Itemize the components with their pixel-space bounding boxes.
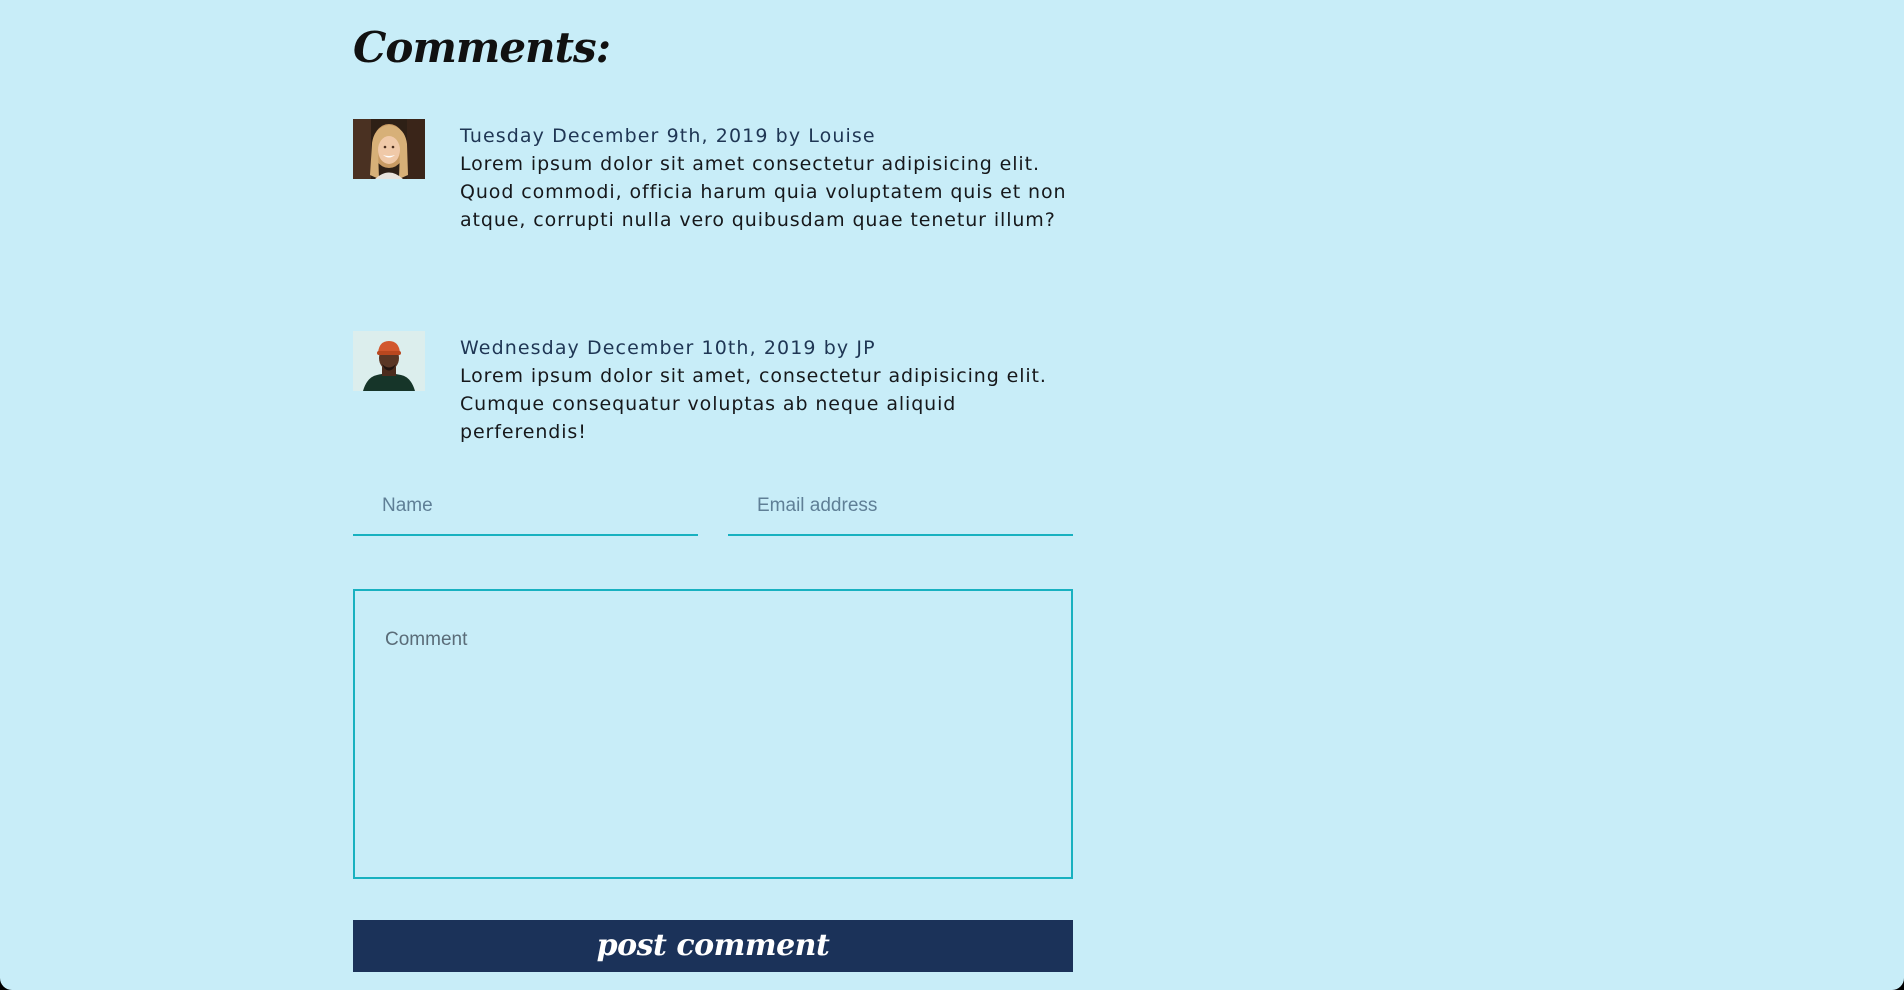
comment-meta: Wednesday December 10th, 2019 by JP (460, 337, 876, 359)
comment-text: Tuesday December 9th, 2019 by Louise Lor… (460, 122, 1080, 234)
comment-meta: Tuesday December 9th, 2019 by Louise (460, 125, 876, 147)
woman-portrait-icon (353, 119, 425, 179)
page: Comments: Tuesday December 9th, 2019 by … (0, 0, 1904, 990)
email-input[interactable] (728, 478, 1073, 536)
post-comment-button[interactable]: post comment (353, 920, 1073, 972)
man-portrait-icon (353, 331, 425, 391)
avatar-jp (353, 331, 425, 391)
name-input[interactable] (353, 478, 698, 536)
comment-textarea[interactable] (353, 589, 1073, 879)
comment-body: Lorem ipsum dolor sit amet consectetur a… (460, 153, 1067, 231)
avatar-louise (353, 119, 425, 179)
comments-heading: Comments: (353, 23, 611, 72)
comment-body: Lorem ipsum dolor sit amet, consectetur … (460, 365, 1047, 443)
comment-text: Wednesday December 10th, 2019 by JP Lore… (460, 334, 1080, 446)
